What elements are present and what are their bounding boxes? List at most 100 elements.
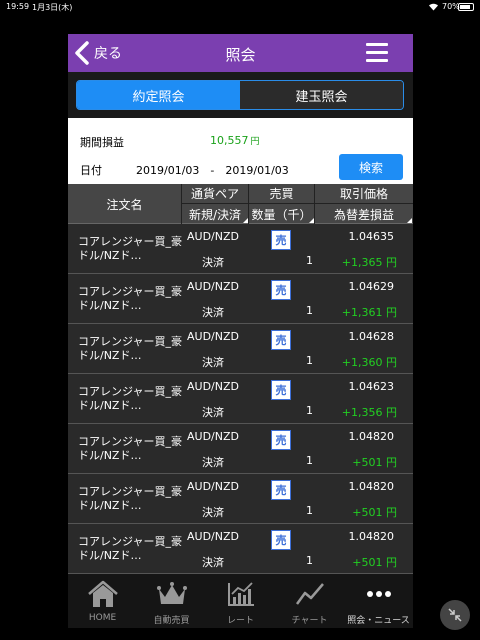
tab-inquiry-news[interactable]: 照会・ニュース <box>344 574 413 628</box>
tab-home-label: HOME <box>88 613 117 623</box>
col-side-group[interactable]: 売買 数量（千） <box>249 184 315 224</box>
col-pnl-label: 為替差損益 <box>333 207 394 222</box>
col-new-close-label: 新規/決済 <box>188 207 242 222</box>
table-row[interactable]: コアレンジャー買_豪ドル/NZド… AUD/NZD 決済 売 1 1.04623… <box>68 374 413 424</box>
fx-pnl: +501 円 <box>352 456 397 469</box>
table-row[interactable]: コアレンジャー買_豪ドル/NZド… AUD/NZD 決済 売 1 1.04628… <box>68 324 413 374</box>
crown-icon <box>156 582 187 604</box>
date-label: 日付 <box>80 164 102 177</box>
trade-price: 1.04629 <box>348 280 395 293</box>
col-qty: 数量（千） <box>249 204 315 224</box>
currency-pair: AUD/NZD <box>187 230 239 243</box>
home-icon <box>87 580 118 607</box>
order-kind: 決済 <box>202 306 224 319</box>
sort-indicator-icon <box>407 218 412 223</box>
trade-price: 1.04820 <box>348 480 395 493</box>
pl-value: 10,557 円 <box>210 134 260 147</box>
tab-home[interactable]: HOME <box>68 574 137 628</box>
currency-pair: AUD/NZD <box>187 380 239 393</box>
col-side: 売買 <box>249 184 315 204</box>
fx-pnl: +501 円 <box>352 506 397 519</box>
summary-panel: 期間損益 10,557 円 日付 2019/01/03 - 2019/01/03 … <box>68 118 413 184</box>
tab-auto-trade[interactable]: 自動売買 <box>137 574 206 628</box>
bottom-tab-bar: HOME 自動売買 レート チャート 照会・ニュース <box>68 574 413 628</box>
rate-chart-icon <box>227 582 254 606</box>
col-side-label: 売買 <box>269 187 294 201</box>
fx-pnl: +1,360 円 <box>341 356 397 369</box>
table-row[interactable]: コアレンジャー買_豪ドル/NZド… AUD/NZD 決済 売 1 1.04820… <box>68 474 413 524</box>
collapse-arrows-icon <box>448 608 462 622</box>
trade-price: 1.04820 <box>348 430 395 443</box>
table-row[interactable]: コアレンジャー買_豪ドル/NZド… AUD/NZD 決済 売 1 1.04635… <box>68 224 413 274</box>
order-kind: 決済 <box>202 506 224 519</box>
order-name: コアレンジャー買_豪ドル/NZド… <box>78 285 182 312</box>
currency-pair: AUD/NZD <box>187 330 239 343</box>
col-price: 取引価格 <box>315 184 413 204</box>
trade-price: 1.04635 <box>348 230 395 243</box>
table-header: 注文名 通貨ペア 新規/決済 売買 数量（千） 取引価格 為替差損益 <box>68 184 413 224</box>
order-name: コアレンジャー買_豪ドル/NZド… <box>78 385 182 412</box>
battery-icon <box>458 3 474 11</box>
order-kind: 決済 <box>202 556 224 569</box>
execution-list: コアレンジャー買_豪ドル/NZド… AUD/NZD 決済 売 1 1.04635… <box>68 224 413 574</box>
status-time: 19:59 <box>6 2 30 11</box>
currency-pair: AUD/NZD <box>187 430 239 443</box>
app-window: 戻る 照会 約定照会 建玉照会 期間損益 10,557 円 日付 2019/01/… <box>68 34 413 628</box>
col-pair-group[interactable]: 通貨ペア 新規/決済 <box>182 184 249 224</box>
quantity: 1 <box>306 454 313 467</box>
tab-executions[interactable]: 約定照会 <box>77 81 240 109</box>
col-new-close: 新規/決済 <box>182 204 249 224</box>
sell-badge: 売 <box>271 480 291 500</box>
col-price-label: 取引価格 <box>339 187 388 201</box>
sell-badge: 売 <box>271 330 291 350</box>
trade-price: 1.04623 <box>348 380 395 393</box>
table-row[interactable]: コアレンジャー買_豪ドル/NZド… AUD/NZD 決済 売 1 1.04629… <box>68 274 413 324</box>
tab-chart[interactable]: チャート <box>275 574 344 628</box>
sell-badge: 売 <box>271 380 291 400</box>
col-pnl: 為替差損益 <box>315 204 413 224</box>
fx-pnl: +1,361 円 <box>341 306 397 319</box>
wifi-icon <box>429 3 438 11</box>
more-icon <box>366 591 391 597</box>
pl-label: 期間損益 <box>80 136 124 149</box>
col-order-name: 注文名 <box>68 184 182 224</box>
order-name: コアレンジャー買_豪ドル/NZド… <box>78 485 182 512</box>
sort-indicator-icon <box>243 218 248 223</box>
status-bar: 19:59 1月3日(木) 70% <box>0 0 480 14</box>
tab-rate[interactable]: レート <box>206 574 275 628</box>
order-name: コアレンジャー買_豪ドル/NZド… <box>78 335 182 362</box>
sell-badge: 売 <box>271 280 291 300</box>
pl-unit: 円 <box>250 137 260 147</box>
col-pair-label: 通貨ペア <box>190 187 239 201</box>
tab-auto-trade-label: 自動売買 <box>153 616 190 626</box>
sell-badge: 売 <box>271 230 291 250</box>
search-button[interactable]: 検索 <box>339 154 403 180</box>
order-kind: 決済 <box>202 356 224 369</box>
col-price-group[interactable]: 取引価格 為替差損益 <box>315 184 413 224</box>
table-row[interactable]: コアレンジャー買_豪ドル/NZド… AUD/NZD 決済 売 1 1.04820… <box>68 424 413 474</box>
collapse-button[interactable] <box>440 600 470 630</box>
quantity: 1 <box>306 404 313 417</box>
order-kind: 決済 <box>202 456 224 469</box>
quantity: 1 <box>306 354 313 367</box>
trade-price: 1.04628 <box>348 330 395 343</box>
tab-positions[interactable]: 建玉照会 <box>240 81 403 109</box>
segment-tabs: 約定照会 建玉照会 <box>76 80 404 110</box>
line-chart-icon <box>295 583 324 605</box>
quantity: 1 <box>306 504 313 517</box>
date-range-field[interactable]: 2019/01/03 - 2019/01/03 <box>136 162 289 178</box>
currency-pair: AUD/NZD <box>187 280 239 293</box>
fx-pnl: +1,365 円 <box>341 256 397 269</box>
quantity: 1 <box>306 304 313 317</box>
sell-badge: 売 <box>271 530 291 550</box>
tab-inquiry-news-label: 照会・ニュース <box>347 616 410 626</box>
tab-chart-label: チャート <box>291 616 328 626</box>
status-date: 1月3日(木) <box>32 3 73 12</box>
order-name: コアレンジャー買_豪ドル/NZド… <box>78 435 182 462</box>
tab-rate-label: レート <box>226 616 254 626</box>
table-row[interactable]: コアレンジャー買_豪ドル/NZド… AUD/NZD 決済 売 1 1.04820… <box>68 524 413 574</box>
sell-badge: 売 <box>271 430 291 450</box>
hamburger-menu-icon[interactable] <box>366 43 388 63</box>
page-title: 照会 <box>225 46 256 64</box>
currency-pair: AUD/NZD <box>187 480 239 493</box>
